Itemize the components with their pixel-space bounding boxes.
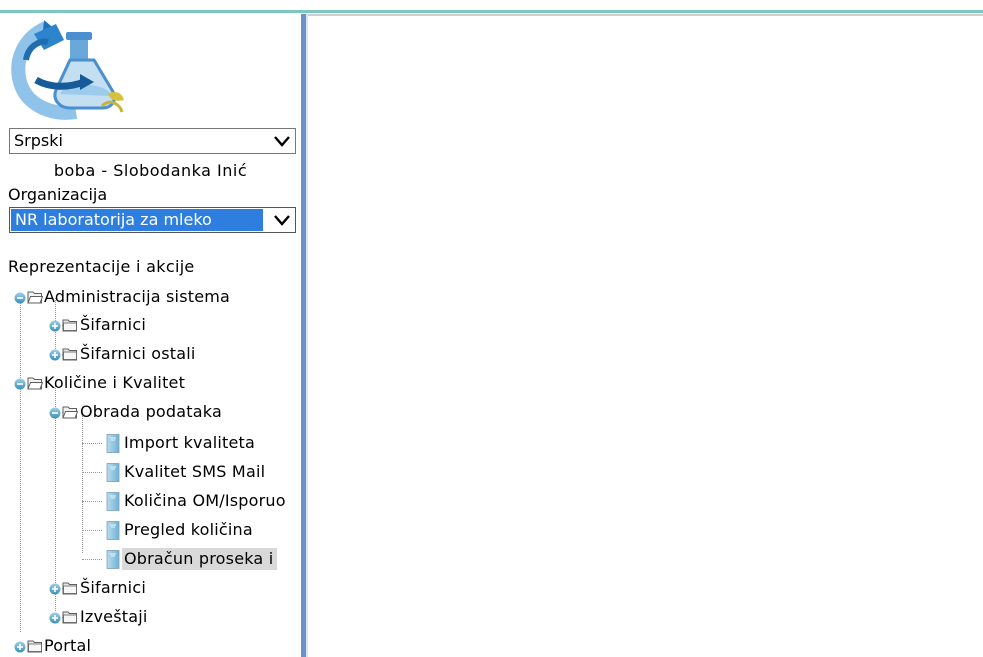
document-icon [106,492,120,511]
tree-leaf-obracun-proseka[interactable]: Obračun proseka i [0,548,301,570]
folder-closed-icon [62,318,78,332]
chevron-down-icon [273,211,291,229]
tree-leaf-kolicina-om[interactable]: Količina OM/Isporuo [0,490,301,512]
main-content-frame [308,14,983,657]
tree-node-kolicine-i-kvalitet[interactable]: Količine i Kvalitet [0,372,301,394]
tree-node-label: Šifarnici [80,578,146,597]
top-bar [0,0,983,14]
tree-node-label: Portal [44,636,92,655]
lab-flask-logo-icon [11,20,124,120]
folder-open-icon [27,290,43,304]
tree-node-label: Kvalitet SMS Mail [124,462,266,481]
main-top-rule [308,14,983,16]
plus-toggle-icon[interactable] [49,320,61,332]
tree-node-label: Pregled količina [124,520,253,539]
tree-node-sifarnici[interactable]: Šifarnici [0,314,301,336]
navigation-tree: Administracija sistema Šifarnici Šifarni… [0,276,301,656]
tree-node-label: Količina OM/Isporuo [124,491,286,510]
minus-toggle-icon[interactable] [49,407,61,419]
tree-leaf-import-kvaliteta[interactable]: Import kvaliteta [0,432,301,454]
tree-node-label: Obrada podataka [80,402,222,421]
tree-node-label: Količine i Kvalitet [44,373,186,392]
folder-open-icon [27,376,43,390]
minus-toggle-icon[interactable] [14,292,26,304]
document-icon [106,550,120,569]
organization-select[interactable]: NR laboratorija za mleko [9,207,296,233]
representations-label: Reprezentacije i akcije [8,257,195,276]
language-select[interactable]: Srpski [9,128,296,154]
folder-closed-icon [62,610,78,624]
organization-label: Organizacija [8,185,108,204]
document-icon [106,521,120,540]
language-select-value: Srpski [14,131,63,150]
plus-toggle-icon[interactable] [49,612,61,624]
organization-select-value: NR laboratorija za mleko [11,209,263,231]
tree-node-label-selected: Obračun proseka i [122,548,278,570]
tree-node-label: Šifarnici ostali [80,344,196,363]
folder-closed-icon [27,639,43,653]
sidebar: Srpski boba - Slobodanka Inić Organizaci… [0,14,301,657]
plus-toggle-icon[interactable] [49,583,61,595]
tree-node-kolicine-sifarnici[interactable]: Šifarnici [0,577,301,599]
tree-node-label: Administracija sistema [44,287,231,306]
plus-toggle-icon[interactable] [14,641,26,653]
document-icon [106,434,120,453]
tree-leaf-kvalitet-sms-mail[interactable]: Kvalitet SMS Mail [0,461,301,483]
tree-node-sifarnici-ostali[interactable]: Šifarnici ostali [0,343,301,365]
tree-node-label: Šifarnici [80,315,146,334]
chevron-down-icon [273,132,291,150]
tree-node-label: Izveštaji [80,607,148,626]
folder-open-icon [62,405,78,419]
tree-node-izvestaji[interactable]: Izveštaji [0,606,301,628]
folder-closed-icon [62,581,78,595]
document-icon [106,463,120,482]
tree-node-label: Import kvaliteta [124,433,256,452]
top-accent-strip [0,10,983,13]
minus-toggle-icon[interactable] [14,378,26,390]
plus-toggle-icon[interactable] [49,349,61,361]
folder-closed-icon [62,347,78,361]
tree-leaf-pregled-kolicina[interactable]: Pregled količina [0,519,301,541]
tree-node-obrada-podataka[interactable]: Obrada podataka [0,401,301,423]
user-display: boba - Slobodanka Inić [53,161,248,180]
tree-node-portal[interactable]: Portal [0,635,301,657]
tree-node-administracija-sistema[interactable]: Administracija sistema [0,286,301,308]
